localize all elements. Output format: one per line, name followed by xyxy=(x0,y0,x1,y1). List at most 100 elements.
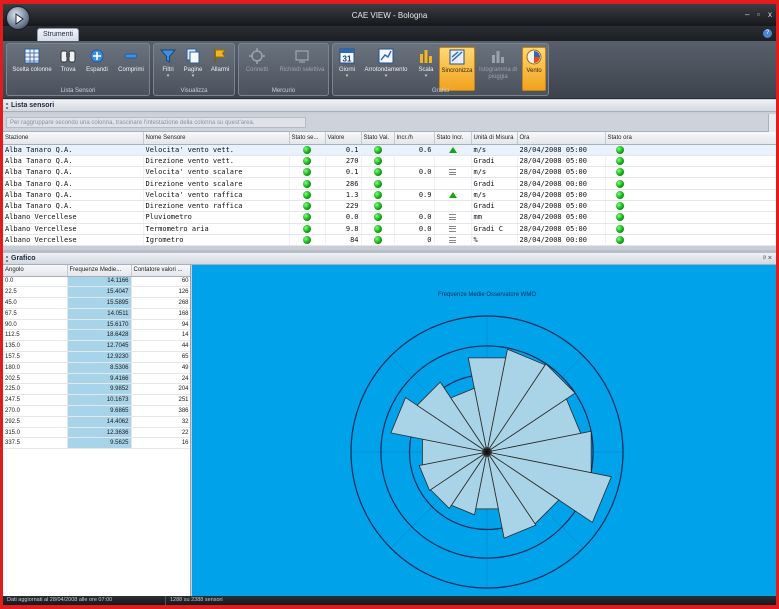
trova-label: Trova xyxy=(60,67,76,73)
table-row[interactable]: Albano Vercellese Igrometro 84 0% 28/04/2008… xyxy=(3,234,776,247)
table-row[interactable]: 225.0 9.9852 204 xyxy=(3,383,190,396)
pagine-button[interactable]: Pagine ▾ xyxy=(181,47,205,79)
value-cell: 0.1 xyxy=(325,144,362,156)
minimize-button[interactable]: – xyxy=(745,10,749,19)
connetti-button[interactable]: Connetti xyxy=(242,47,272,73)
column-header[interactable]: Stato ora xyxy=(605,132,776,145)
sensor-state-cell xyxy=(289,166,326,179)
alarm-flag-icon xyxy=(214,49,226,63)
scala-button[interactable]: Scala ▾ xyxy=(415,47,437,79)
value-cell: 9.8 xyxy=(325,223,362,235)
sensor-state-cell xyxy=(289,223,326,235)
increment-state-cell xyxy=(434,155,472,168)
table-row[interactable]: 112.5 18.6428 14 xyxy=(3,329,190,342)
application-menu-button[interactable] xyxy=(6,6,30,30)
time-state-cell xyxy=(605,177,776,190)
table-row[interactable]: Alba Tanaro Q.A. Velocita' vento vett. 0.1… xyxy=(3,144,776,156)
table-row[interactable]: 292.5 14.4062 32 xyxy=(3,416,190,428)
filtri-button[interactable]: Filtri ▾ xyxy=(158,47,178,79)
increase-arrow-icon xyxy=(448,146,457,153)
ribbon-group-visualizza: Filtri ▾ Pagine ▾ Allarmi Visualizza xyxy=(153,43,235,96)
istogramma-button[interactable]: Istogramma di pioggia xyxy=(478,47,518,81)
value-cell: 84 xyxy=(325,234,362,247)
table-row[interactable]: 135.0 12.7045 44 xyxy=(3,340,190,353)
status-ok-icon xyxy=(303,145,311,154)
scrollbar[interactable] xyxy=(768,114,776,132)
group-label-lista-sensori: Lista Sensori xyxy=(60,88,96,94)
status-ok-icon xyxy=(615,168,624,177)
tab-strumenti[interactable]: Strumenti xyxy=(37,28,79,41)
table-row[interactable]: 22.5 15.4047 126 xyxy=(3,286,190,299)
column-header[interactable]: Valore xyxy=(325,132,362,145)
table-row[interactable]: 315.0 12.3636 22 xyxy=(3,427,190,439)
arrotondamento-button[interactable]: Arrotondamento ▾ xyxy=(360,47,412,79)
status-ok-icon xyxy=(303,179,311,188)
table-row[interactable]: 45.0 15.5895 268 xyxy=(3,297,190,309)
sincronizza-label: Sincronizza xyxy=(441,68,473,74)
sensor-state-cell xyxy=(289,189,326,201)
table-row[interactable]: Alba Tanaro Q.A. Velocita' vento scalare 0… xyxy=(3,166,776,179)
increase-arrow-icon xyxy=(448,191,457,198)
group-label-mercurio: Mercurio xyxy=(271,88,296,94)
time-state-cell xyxy=(605,223,776,235)
richiedi-selettiva-button[interactable]: Richiedi selettiva xyxy=(277,47,327,73)
chart-title: Frequenze Medie Osservatore WMO xyxy=(438,292,536,298)
column-header[interactable]: Contatore valori ... xyxy=(131,265,190,277)
table-row[interactable]: 0.0 14.1166 60 xyxy=(3,276,190,288)
column-header[interactable]: Stato se... xyxy=(289,132,326,145)
column-header[interactable]: Frequenze Medie... xyxy=(67,265,132,277)
status-ok-icon xyxy=(615,213,624,222)
value-state-cell xyxy=(361,177,395,190)
stable-icon xyxy=(449,214,456,221)
column-header[interactable]: Incr./h xyxy=(394,132,435,145)
help-icon[interactable]: ? xyxy=(763,29,772,38)
grouping-area[interactable]: Per raggruppare secondo una colonna, tra… xyxy=(3,114,776,132)
column-header[interactable]: Ora xyxy=(517,132,606,145)
restore-button[interactable]: ▫ xyxy=(757,10,760,19)
sincronizza-button[interactable]: Sincronizza xyxy=(439,47,475,91)
column-header[interactable]: Nome Sensore xyxy=(143,132,290,145)
trova-button[interactable]: Trova xyxy=(57,47,79,73)
column-header[interactable]: Unità di Misura xyxy=(471,132,518,145)
column-header[interactable]: Stato Val. xyxy=(361,132,395,145)
column-header[interactable]: Stato Incr. xyxy=(434,132,472,145)
table-row[interactable]: 247.5 10.1673 251 xyxy=(3,394,190,407)
allarmi-button[interactable]: Allarmi xyxy=(208,47,232,73)
comprimi-button[interactable]: Comprimi xyxy=(115,47,147,73)
table-row[interactable]: Albano Vercellese Termometro aria 9.8 0.0 Gr… xyxy=(3,223,776,235)
table-row[interactable]: Alba Tanaro Q.A. Direzione vento raffica 2… xyxy=(3,200,776,213)
giorni-button[interactable]: 31 Giorni ▾ xyxy=(336,47,358,79)
table-row[interactable]: Albano Vercellese Pluviometro 0.0 0.0 mm 28/0… xyxy=(3,211,776,224)
espandi-button[interactable]: Espandi xyxy=(83,47,111,73)
count-cell: 60 xyxy=(131,276,190,288)
column-header[interactable]: Angolo xyxy=(3,265,68,277)
table-row[interactable]: 180.0 8.5306 49 xyxy=(3,362,190,374)
value-state-cell xyxy=(361,200,395,213)
sensor-state-cell xyxy=(289,211,326,224)
close-button[interactable]: x xyxy=(768,10,772,19)
table-row[interactable]: Alba Tanaro Q.A. Direzione vento vett. 270… xyxy=(3,155,776,168)
vento-button[interactable]: Vento xyxy=(522,47,546,91)
rounding-icon xyxy=(378,48,394,64)
table-row[interactable]: 67.5 14.0511 168 xyxy=(3,308,190,320)
scelta-colonne-button[interactable]: Scelta colonne xyxy=(11,47,53,73)
table-row[interactable]: 202.5 9.4166 24 xyxy=(3,373,190,385)
allarmi-label: Allarmi xyxy=(210,67,230,73)
pin-close-icon[interactable]: ᵖ × xyxy=(763,253,772,265)
time-state-cell xyxy=(605,166,776,179)
table-row[interactable]: 90.0 15.6170 94 xyxy=(3,319,190,331)
table-row[interactable]: 157.5 12.9230 65 xyxy=(3,351,190,363)
column-header[interactable]: Stazione xyxy=(3,132,144,145)
increment-cell xyxy=(394,200,435,213)
table-row[interactable]: 337.5 9.5625 16 xyxy=(3,437,190,450)
unit-cell: Gradi xyxy=(471,200,518,213)
increment-state-cell xyxy=(434,144,472,156)
title-bar: CAE VIEW - Bologna – ▫ x xyxy=(3,4,776,26)
request-icon xyxy=(295,50,309,63)
increment-cell xyxy=(394,155,435,168)
table-row[interactable]: Alba Tanaro Q.A. Direzione vento scalare 2… xyxy=(3,177,776,190)
unit-cell: m/s xyxy=(471,144,518,156)
table-row[interactable]: Alba Tanaro Q.A. Velocita' vento raffica 1… xyxy=(3,189,776,201)
table-row[interactable]: 270.0 9.6865 386 xyxy=(3,405,190,417)
group-label-grafici: Grafici xyxy=(431,88,450,94)
